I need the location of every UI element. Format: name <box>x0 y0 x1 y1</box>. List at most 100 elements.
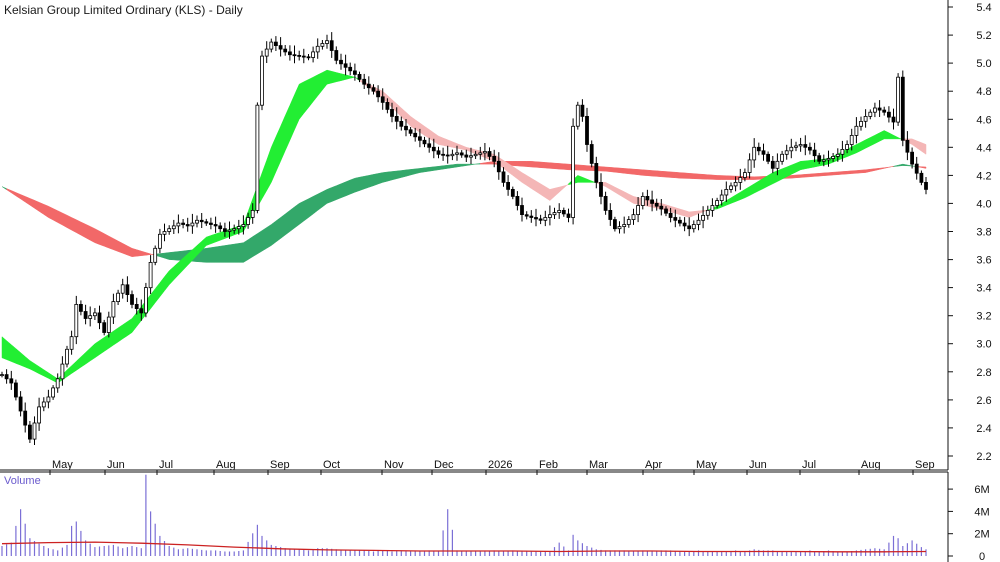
candle-body <box>603 195 608 211</box>
candle-body <box>334 50 339 61</box>
candle-body <box>877 107 882 111</box>
candle-body <box>715 200 719 206</box>
candle-body <box>260 55 264 106</box>
candle-body <box>845 144 849 150</box>
candle-body <box>575 104 580 127</box>
candle-body <box>32 422 37 440</box>
candle-body <box>65 348 69 365</box>
candle-body <box>812 149 817 157</box>
candle-body <box>506 181 511 190</box>
candle-body <box>441 153 446 156</box>
time-tick-label: Apr <box>645 459 662 471</box>
candle-body <box>69 336 74 350</box>
candle-body <box>631 214 636 220</box>
candle-body <box>496 160 501 173</box>
candle-body <box>478 152 483 155</box>
candle-body <box>873 107 877 113</box>
price-tick-label: 3.0 <box>976 339 991 351</box>
candle-body <box>589 144 594 164</box>
candle-body <box>687 225 692 230</box>
candle-body <box>185 224 190 227</box>
candle-body <box>585 116 589 145</box>
candle-body <box>343 63 348 68</box>
candle-body <box>264 48 269 57</box>
time-tick-label: Jun <box>749 459 767 471</box>
candle-body <box>840 148 845 155</box>
candle-body <box>46 396 51 403</box>
candle-body <box>914 163 919 174</box>
candle-body <box>287 51 292 56</box>
candle-body <box>849 134 854 145</box>
candle-body <box>738 177 743 183</box>
candle-body <box>408 129 413 134</box>
candle-body <box>789 146 794 152</box>
time-tick-label: Sep <box>270 459 290 471</box>
candle-body <box>79 303 83 312</box>
price-tick-label: 4.0 <box>976 198 991 210</box>
candle-body <box>784 150 789 155</box>
candle-body <box>770 160 775 169</box>
candle-body <box>678 219 682 224</box>
candle-body <box>520 205 524 216</box>
volume-tick-label: 2M <box>974 529 989 541</box>
candle-body <box>455 152 459 155</box>
candle-body <box>854 125 859 136</box>
candle-body <box>710 205 715 211</box>
candle-body <box>919 172 924 183</box>
candle-body <box>348 66 353 72</box>
price-tick-label: 2.8 <box>976 367 991 379</box>
candle-body <box>733 181 738 187</box>
candle-body <box>283 48 288 53</box>
candle-body <box>102 322 107 333</box>
candle <box>153 245 158 266</box>
volume-tick-label: 6M <box>974 484 989 496</box>
candle-body <box>199 219 204 223</box>
time-tick-label: Jul <box>802 459 816 471</box>
candle-body <box>74 303 79 338</box>
candle-body <box>148 261 153 289</box>
candle-body <box>269 41 274 50</box>
chart-title: Kelsian Group Limited Ordinary (KLS) - D… <box>4 3 243 17</box>
candle-body <box>371 87 376 92</box>
candle-body <box>278 45 283 50</box>
candle <box>13 379 18 401</box>
time-tick-label: Aug <box>861 459 881 471</box>
candle-body <box>450 153 455 157</box>
candle-body <box>427 143 432 148</box>
candle-body <box>501 171 506 183</box>
price-tick-label: 5.0 <box>976 58 991 70</box>
candle-body <box>459 152 464 156</box>
candle-body <box>617 226 622 230</box>
volume-tick-label: 0 <box>979 551 985 562</box>
candle-body <box>9 378 14 384</box>
candle-body <box>18 396 23 412</box>
candle-body <box>218 225 223 230</box>
volume-tick-label: 4M <box>974 506 989 518</box>
candle-body <box>729 185 733 190</box>
candle-body <box>385 102 390 110</box>
candle-body <box>37 406 41 424</box>
time-tick-label: Jul <box>159 459 173 471</box>
price-tick-label: 3.4 <box>976 283 991 295</box>
candle <box>65 345 69 368</box>
time-tick-label: Feb <box>539 459 558 471</box>
candle-body <box>599 181 603 197</box>
price-tick-label: 3.2 <box>976 311 991 323</box>
candle-body <box>97 312 102 324</box>
price-tick-label: 4.4 <box>976 142 991 154</box>
candle-body <box>882 109 887 113</box>
candle-body <box>204 221 209 224</box>
candle-body <box>905 139 910 153</box>
candle-body <box>380 96 385 103</box>
candle-body <box>571 125 575 218</box>
time-tick-label: Aug <box>216 459 236 471</box>
stock-chart: 5.4 5.2 5.0 4.8 4.6 4.4 4.2 4.0 3.8 3.6 3.4 3.2 3.0 2… <box>0 0 1000 562</box>
candle-body <box>297 55 302 57</box>
candle-body <box>561 209 566 215</box>
candle-body <box>668 212 673 218</box>
candle-body <box>780 153 784 162</box>
candle-body <box>315 45 320 53</box>
candle-body <box>306 56 311 59</box>
time-tick-label: Nov <box>384 459 404 471</box>
candle-body <box>417 136 422 141</box>
